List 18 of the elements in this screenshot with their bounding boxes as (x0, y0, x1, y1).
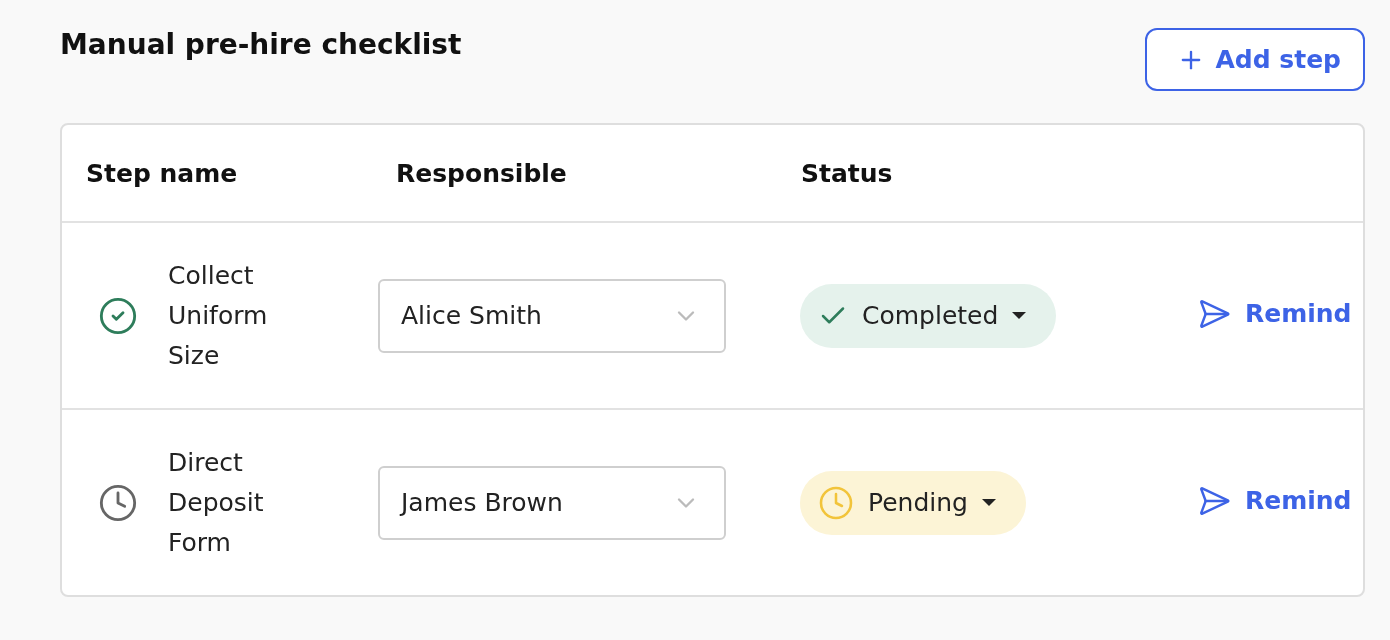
column-header: Step name (85, 158, 239, 188)
remind-link[interactable]: Remind (1197, 296, 1352, 331)
remind-link[interactable]: Remind (1197, 483, 1352, 518)
page-title: Manual pre-hire checklist (60, 28, 462, 61)
column-header: Status (800, 158, 894, 188)
caret-icon (1012, 312, 1027, 319)
column-header: Responsible (395, 158, 568, 188)
responsible-dropdown[interactable]: Alice Smith (378, 278, 726, 353)
step-name: Collect Uniform Size (168, 259, 269, 372)
responsible-dropdown[interactable]: James Brown (378, 465, 726, 540)
status-dropdown[interactable]: Pending (800, 470, 1026, 535)
status-dropdown[interactable]: Completed (800, 283, 1057, 348)
check-circle-icon (98, 295, 138, 336)
step-name: Direct Deposit Form (168, 446, 265, 559)
clock-icon (98, 482, 138, 523)
clock-icon (818, 484, 854, 521)
add-step-button[interactable]: Add step (1145, 28, 1365, 91)
caret-icon (981, 499, 996, 506)
